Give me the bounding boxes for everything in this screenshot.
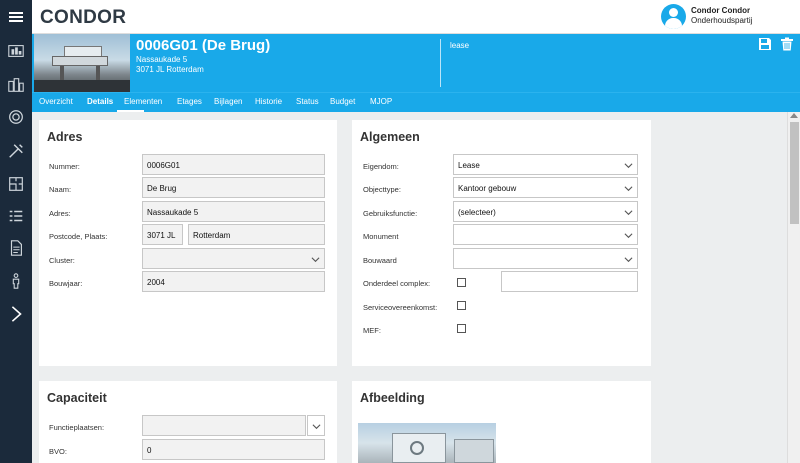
serviceovereenkomst-label: Serviceovereenkomst: [363,303,438,312]
functieplaatsen-field[interactable] [142,415,306,436]
cluster-label: Cluster: [49,256,75,265]
bouwaard-select[interactable] [453,248,638,269]
chevron-right-icon[interactable] [6,304,26,324]
tab-status[interactable]: Status [296,97,319,106]
serviceovereenkomst-checkbox[interactable] [457,301,466,310]
scrollbar-thumb[interactable] [790,122,799,224]
object-header: 0006G01 (De Brug) Nassaukade 5 3071 JL R… [32,34,800,92]
bvo-label: BVO: [49,447,67,456]
menu-icon[interactable] [0,0,32,34]
monument-label: Monument [363,232,399,241]
object-type: lease [450,41,470,50]
tab-budget[interactable]: Budget [330,97,355,106]
functieplaatsen-label: Functieplaatsen: [49,423,105,432]
top-bar: CONDOR Condor Condor Onderhoudspartij [0,0,800,34]
afbeelding-panel: Afbeelding [352,381,651,463]
chevron-down-icon [624,210,633,216]
chevron-down-icon [624,163,633,169]
mef-label: MEF: [363,326,381,335]
afbeelding-title: Afbeelding [360,391,425,405]
header-divider [440,39,441,87]
eigendom-select[interactable]: Lease [453,154,638,175]
postcode-label: Postcode, Plaats: [49,232,108,241]
lifebuoy-icon[interactable] [6,107,26,127]
active-tab-indicator [117,110,144,112]
building-dashboard-icon[interactable] [6,41,26,61]
gebruiksfunctie-label: Gebruiksfunctie: [363,209,418,218]
chevron-down-icon [312,424,321,430]
nummer-field[interactable]: 0006G01 [142,154,325,175]
eigendom-value: Lease [458,161,480,170]
naam-label: Naam: [49,185,72,194]
postcode-field[interactable]: 3071 JL [142,224,183,245]
adres-panel: Adres Nummer: 0006G01 Naam: De Brug Adre… [39,120,337,366]
monument-select[interactable] [453,224,638,245]
algemeen-title: Algemeen [360,130,420,144]
tab-etages[interactable]: Etages [177,97,202,106]
app-logo: CONDOR [40,7,127,28]
objecttype-select[interactable]: Kantoor gebouw [453,177,638,198]
user-role: Onderhoudspartij [691,16,753,25]
scroll-up-icon[interactable] [790,113,798,118]
building-image[interactable] [358,423,496,463]
document-icon[interactable] [6,238,26,258]
adres-title: Adres [47,130,83,144]
gebruiksfunctie-value: (selecteer) [458,208,496,217]
onderdeel-complex-field[interactable] [501,271,638,292]
functieplaatsen-dropdown-button[interactable] [307,415,325,436]
objecttype-value: Kantoor gebouw [458,184,517,193]
tab-bijlagen[interactable]: Bijlagen [214,97,242,106]
user-name[interactable]: Condor Condor [691,6,750,15]
tab-bar: Overzicht Details Elementen Etages Bijla… [32,92,800,112]
checklist-icon[interactable] [6,206,26,226]
bouwjaar-label: Bouwjaar: [49,279,83,288]
floorplan-icon[interactable] [6,174,26,194]
tab-elementen[interactable]: Elementen [124,97,162,106]
object-address-street: Nassaukade 5 [136,55,188,64]
chevron-down-icon [624,233,633,239]
cluster-select[interactable] [142,248,325,269]
object-address-city: 3071 JL Rotterdam [136,65,204,74]
chevron-down-icon [311,257,320,263]
tools-icon[interactable] [6,141,26,161]
nummer-label: Nummer: [49,162,80,171]
adres-field[interactable]: Nassaukade 5 [142,201,325,222]
bouwjaar-field[interactable]: 2004 [142,271,325,292]
save-icon[interactable] [758,37,772,51]
naam-field[interactable]: De Brug [142,177,325,198]
tab-mjop[interactable]: MJOP [370,97,392,106]
object-title: 0006G01 (De Brug) [136,37,271,54]
bouwaard-label: Bouwaard [363,256,397,265]
objecttype-label: Objecttype: [363,185,401,194]
page-scrollbar[interactable] [787,112,800,463]
plaats-field[interactable]: Rotterdam [188,224,325,245]
capaciteit-title: Capaciteit [47,391,107,405]
tab-overzicht[interactable]: Overzicht [39,97,73,106]
trash-icon[interactable] [780,37,794,51]
chevron-down-icon [624,186,633,192]
eigendom-label: Eigendom: [363,162,399,171]
user-avatar-icon[interactable] [661,4,686,29]
onderdeel-complex-checkbox[interactable] [457,278,466,287]
gebruiksfunctie-select[interactable]: (selecteer) [453,201,638,222]
person-icon[interactable] [6,271,26,291]
tab-details[interactable]: Details [87,97,113,106]
bvo-field[interactable]: 0 [142,439,325,460]
mef-checkbox[interactable] [457,324,466,333]
tab-historie[interactable]: Historie [255,97,282,106]
city-icon[interactable] [6,75,26,95]
onderdeel-complex-label: Onderdeel complex: [363,279,431,288]
sidebar [0,34,32,463]
adres-label: Adres: [49,209,71,218]
chevron-down-icon [624,257,633,263]
object-photo [34,34,130,92]
capaciteit-panel: Capaciteit Functieplaatsen: BVO: 0 [39,381,337,463]
algemeen-panel: Algemeen Eigendom: Lease Objecttype: Kan… [352,120,651,366]
